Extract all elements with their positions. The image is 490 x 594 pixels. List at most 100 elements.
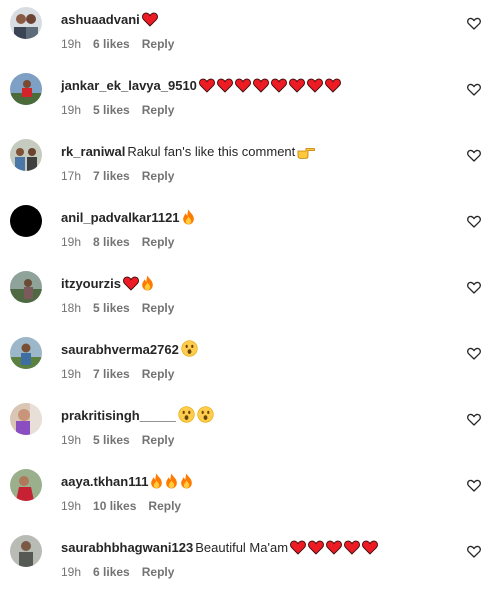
- comment-row: anil_padvalkar1121 19h 8 likes Reply: [0, 198, 490, 264]
- comment-like-count[interactable]: 7 likes: [93, 169, 130, 183]
- comment-body: itzyourzis: [61, 274, 450, 294]
- comment-username[interactable]: ashuaadvani: [61, 12, 140, 27]
- comment-body: ashuaadvani: [61, 10, 450, 30]
- pointing-hand-emoji-icon: [297, 145, 316, 159]
- heart-emoji-icon: [306, 78, 323, 93]
- comment-row: saurabhbhagwani123 Beautiful Ma'am 19h 6 li…: [0, 528, 490, 594]
- heart-emoji-icon: [198, 78, 215, 93]
- like-heart-icon[interactable]: [467, 545, 481, 559]
- reply-button[interactable]: Reply: [142, 367, 175, 381]
- comment-like-count[interactable]: 5 likes: [93, 433, 130, 447]
- comment-timestamp: 19h: [61, 103, 82, 117]
- comment-text: Rakul fan's like this comment: [127, 144, 296, 159]
- comment-meta: 19h 10 likes Reply: [61, 498, 193, 514]
- heart-emoji-icon: [270, 78, 287, 93]
- avatar[interactable]: [10, 469, 42, 501]
- avatar[interactable]: [10, 535, 42, 567]
- avatar[interactable]: [10, 205, 42, 237]
- comment-row: prakritisingh_____ 19h 5 likes Reply: [0, 396, 490, 462]
- like-heart-icon[interactable]: [467, 215, 481, 229]
- comment-row: itzyourzis 18h 5 likes Reply: [0, 264, 490, 330]
- reply-button[interactable]: Reply: [142, 433, 175, 447]
- surprised-face-emoji-icon: [197, 406, 214, 423]
- comment-like-count[interactable]: 6 likes: [93, 565, 130, 579]
- comment-meta: 19h 5 likes Reply: [61, 102, 186, 118]
- comment-meta: 19h 6 likes Reply: [61, 564, 186, 580]
- comment-body: anil_padvalkar1121: [61, 208, 450, 228]
- reply-button[interactable]: Reply: [142, 235, 175, 249]
- comment-meta: 19h 5 likes Reply: [61, 432, 186, 448]
- heart-emoji-icon: [234, 78, 251, 93]
- surprised-face-emoji-icon: [178, 406, 195, 423]
- reply-button[interactable]: Reply: [148, 499, 181, 513]
- comment-timestamp: 18h: [61, 301, 82, 315]
- avatar[interactable]: [10, 73, 42, 105]
- comment-text: Beautiful Ma'am: [195, 540, 289, 555]
- heart-emoji-icon: [290, 540, 306, 555]
- comment-meta: 17h 7 likes Reply: [61, 168, 186, 184]
- comment-body: rk_raniwal Rakul fan's like this comment: [61, 142, 450, 162]
- fire-emoji-icon: [150, 473, 163, 489]
- avatar[interactable]: [10, 337, 42, 369]
- like-heart-icon[interactable]: [467, 281, 481, 295]
- comment-like-count[interactable]: 7 likes: [93, 367, 130, 381]
- avatar[interactable]: [10, 271, 42, 303]
- comment-username[interactable]: rk_raniwal: [61, 144, 125, 159]
- heart-emoji-icon: [252, 78, 269, 93]
- reply-button[interactable]: Reply: [142, 37, 175, 51]
- comment-timestamp: 19h: [61, 367, 82, 381]
- comment-username[interactable]: saurabhbhagwani123: [61, 540, 193, 555]
- comment-body: prakritisingh_____: [61, 406, 450, 426]
- comment-meta: 19h 6 likes Reply: [61, 36, 186, 52]
- comment-meta: 19h 8 likes Reply: [61, 234, 186, 250]
- comment-username[interactable]: aaya.tkhan111: [61, 474, 148, 489]
- comment-body: saurabhbhagwani123 Beautiful Ma'am: [61, 538, 450, 558]
- comment-like-count[interactable]: 5 likes: [93, 103, 130, 117]
- avatar[interactable]: [10, 139, 42, 171]
- heart-emoji-icon: [362, 540, 378, 555]
- comment-timestamp: 19h: [61, 433, 82, 447]
- heart-emoji-icon: [141, 12, 158, 27]
- comment-timestamp: 19h: [61, 499, 82, 513]
- like-heart-icon[interactable]: [467, 83, 481, 97]
- comment-like-count[interactable]: 5 likes: [93, 301, 130, 315]
- heart-emoji-icon: [326, 540, 342, 555]
- surprised-face-emoji-icon: [181, 340, 198, 357]
- heart-emoji-icon: [308, 540, 324, 555]
- comment-meta: 19h 7 likes Reply: [61, 366, 186, 382]
- comment-row: aaya.tkhan111 19h 10 likes Reply: [0, 462, 490, 528]
- comment-username[interactable]: prakritisingh_____: [61, 408, 176, 423]
- fire-emoji-icon: [165, 473, 178, 489]
- comment-row: ashuaadvani 19h 6 likes Reply: [0, 0, 490, 66]
- comment-row: saurabhverma2762 19h 7 likes Reply: [0, 330, 490, 396]
- comment-username[interactable]: anil_padvalkar1121: [61, 210, 180, 225]
- comment-like-count[interactable]: 8 likes: [93, 235, 130, 249]
- fire-emoji-icon: [141, 275, 154, 291]
- like-heart-icon[interactable]: [467, 17, 481, 31]
- like-heart-icon[interactable]: [467, 413, 481, 427]
- comment-meta: 18h 5 likes Reply: [61, 300, 186, 316]
- heart-emoji-icon: [123, 276, 139, 291]
- comment-like-count[interactable]: 6 likes: [93, 37, 130, 51]
- comment-username[interactable]: jankar_ek_lavya_9510: [61, 78, 197, 93]
- avatar[interactable]: [10, 403, 42, 435]
- heart-emoji-icon: [288, 78, 305, 93]
- fire-emoji-icon: [182, 209, 195, 225]
- comment-row: jankar_ek_lavya_9510 19h 5 likes Reply: [0, 66, 490, 132]
- comment-username[interactable]: itzyourzis: [61, 276, 121, 291]
- reply-button[interactable]: Reply: [142, 169, 175, 183]
- heart-emoji-icon: [344, 540, 360, 555]
- comment-body: aaya.tkhan111: [61, 472, 450, 492]
- like-heart-icon[interactable]: [467, 149, 481, 163]
- like-heart-icon[interactable]: [467, 347, 481, 361]
- like-heart-icon[interactable]: [467, 479, 481, 493]
- fire-emoji-icon: [180, 473, 193, 489]
- reply-button[interactable]: Reply: [142, 301, 175, 315]
- comment-like-count[interactable]: 10 likes: [93, 499, 136, 513]
- reply-button[interactable]: Reply: [142, 565, 175, 579]
- avatar[interactable]: [10, 7, 42, 39]
- comment-timestamp: 19h: [61, 565, 82, 579]
- heart-emoji-icon: [324, 78, 341, 93]
- comment-username[interactable]: saurabhverma2762: [61, 342, 179, 357]
- reply-button[interactable]: Reply: [142, 103, 175, 117]
